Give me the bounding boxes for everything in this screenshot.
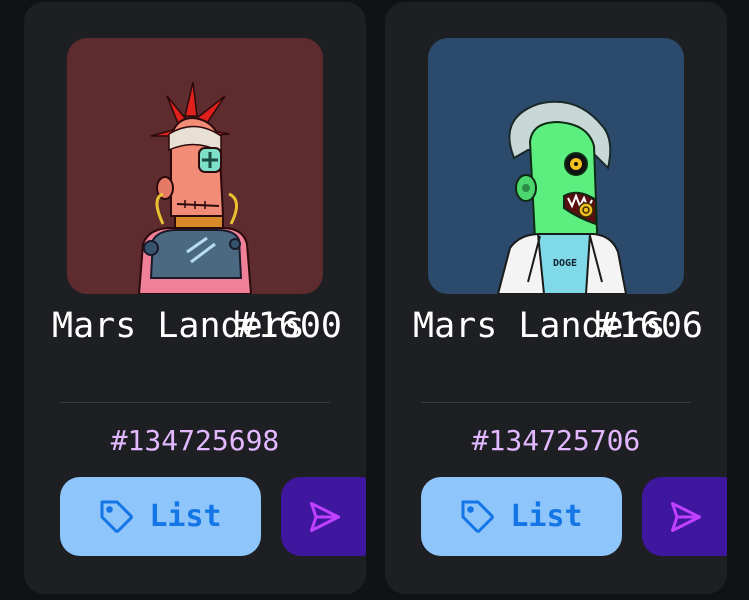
nft-artwork[interactable] <box>67 38 323 294</box>
nft-artwork-image: DOGE <box>428 38 684 294</box>
list-button-label: List <box>149 499 222 534</box>
nft-number: #1606 <box>597 306 703 346</box>
shirt-text: DOGE <box>553 258 577 269</box>
divider <box>421 402 691 403</box>
divider <box>60 402 330 403</box>
nft-card[interactable]: Mars Landers #1600 #134725698 List <box>24 2 366 594</box>
nft-card[interactable]: DOGE Mars Landers #1606 #134725706 List <box>385 2 727 594</box>
send-icon <box>668 499 704 538</box>
list-button[interactable]: List <box>60 477 261 556</box>
tag-icon <box>460 499 496 535</box>
token-id: #134725706 <box>471 424 641 457</box>
token-id: #134725698 <box>110 424 280 457</box>
nft-number: #1600 <box>236 306 342 346</box>
nft-title: Mars Landers #1606 <box>413 304 703 348</box>
nft-artwork[interactable]: DOGE <box>428 38 684 294</box>
list-button-label: List <box>510 499 583 534</box>
tag-icon <box>99 499 135 535</box>
list-button[interactable]: List <box>421 477 622 556</box>
nft-title: Mars Landers #1600 <box>52 304 342 348</box>
send-icon <box>307 499 343 538</box>
send-button[interactable] <box>281 477 366 556</box>
nft-artwork-image <box>67 38 323 294</box>
send-button[interactable] <box>642 477 727 556</box>
